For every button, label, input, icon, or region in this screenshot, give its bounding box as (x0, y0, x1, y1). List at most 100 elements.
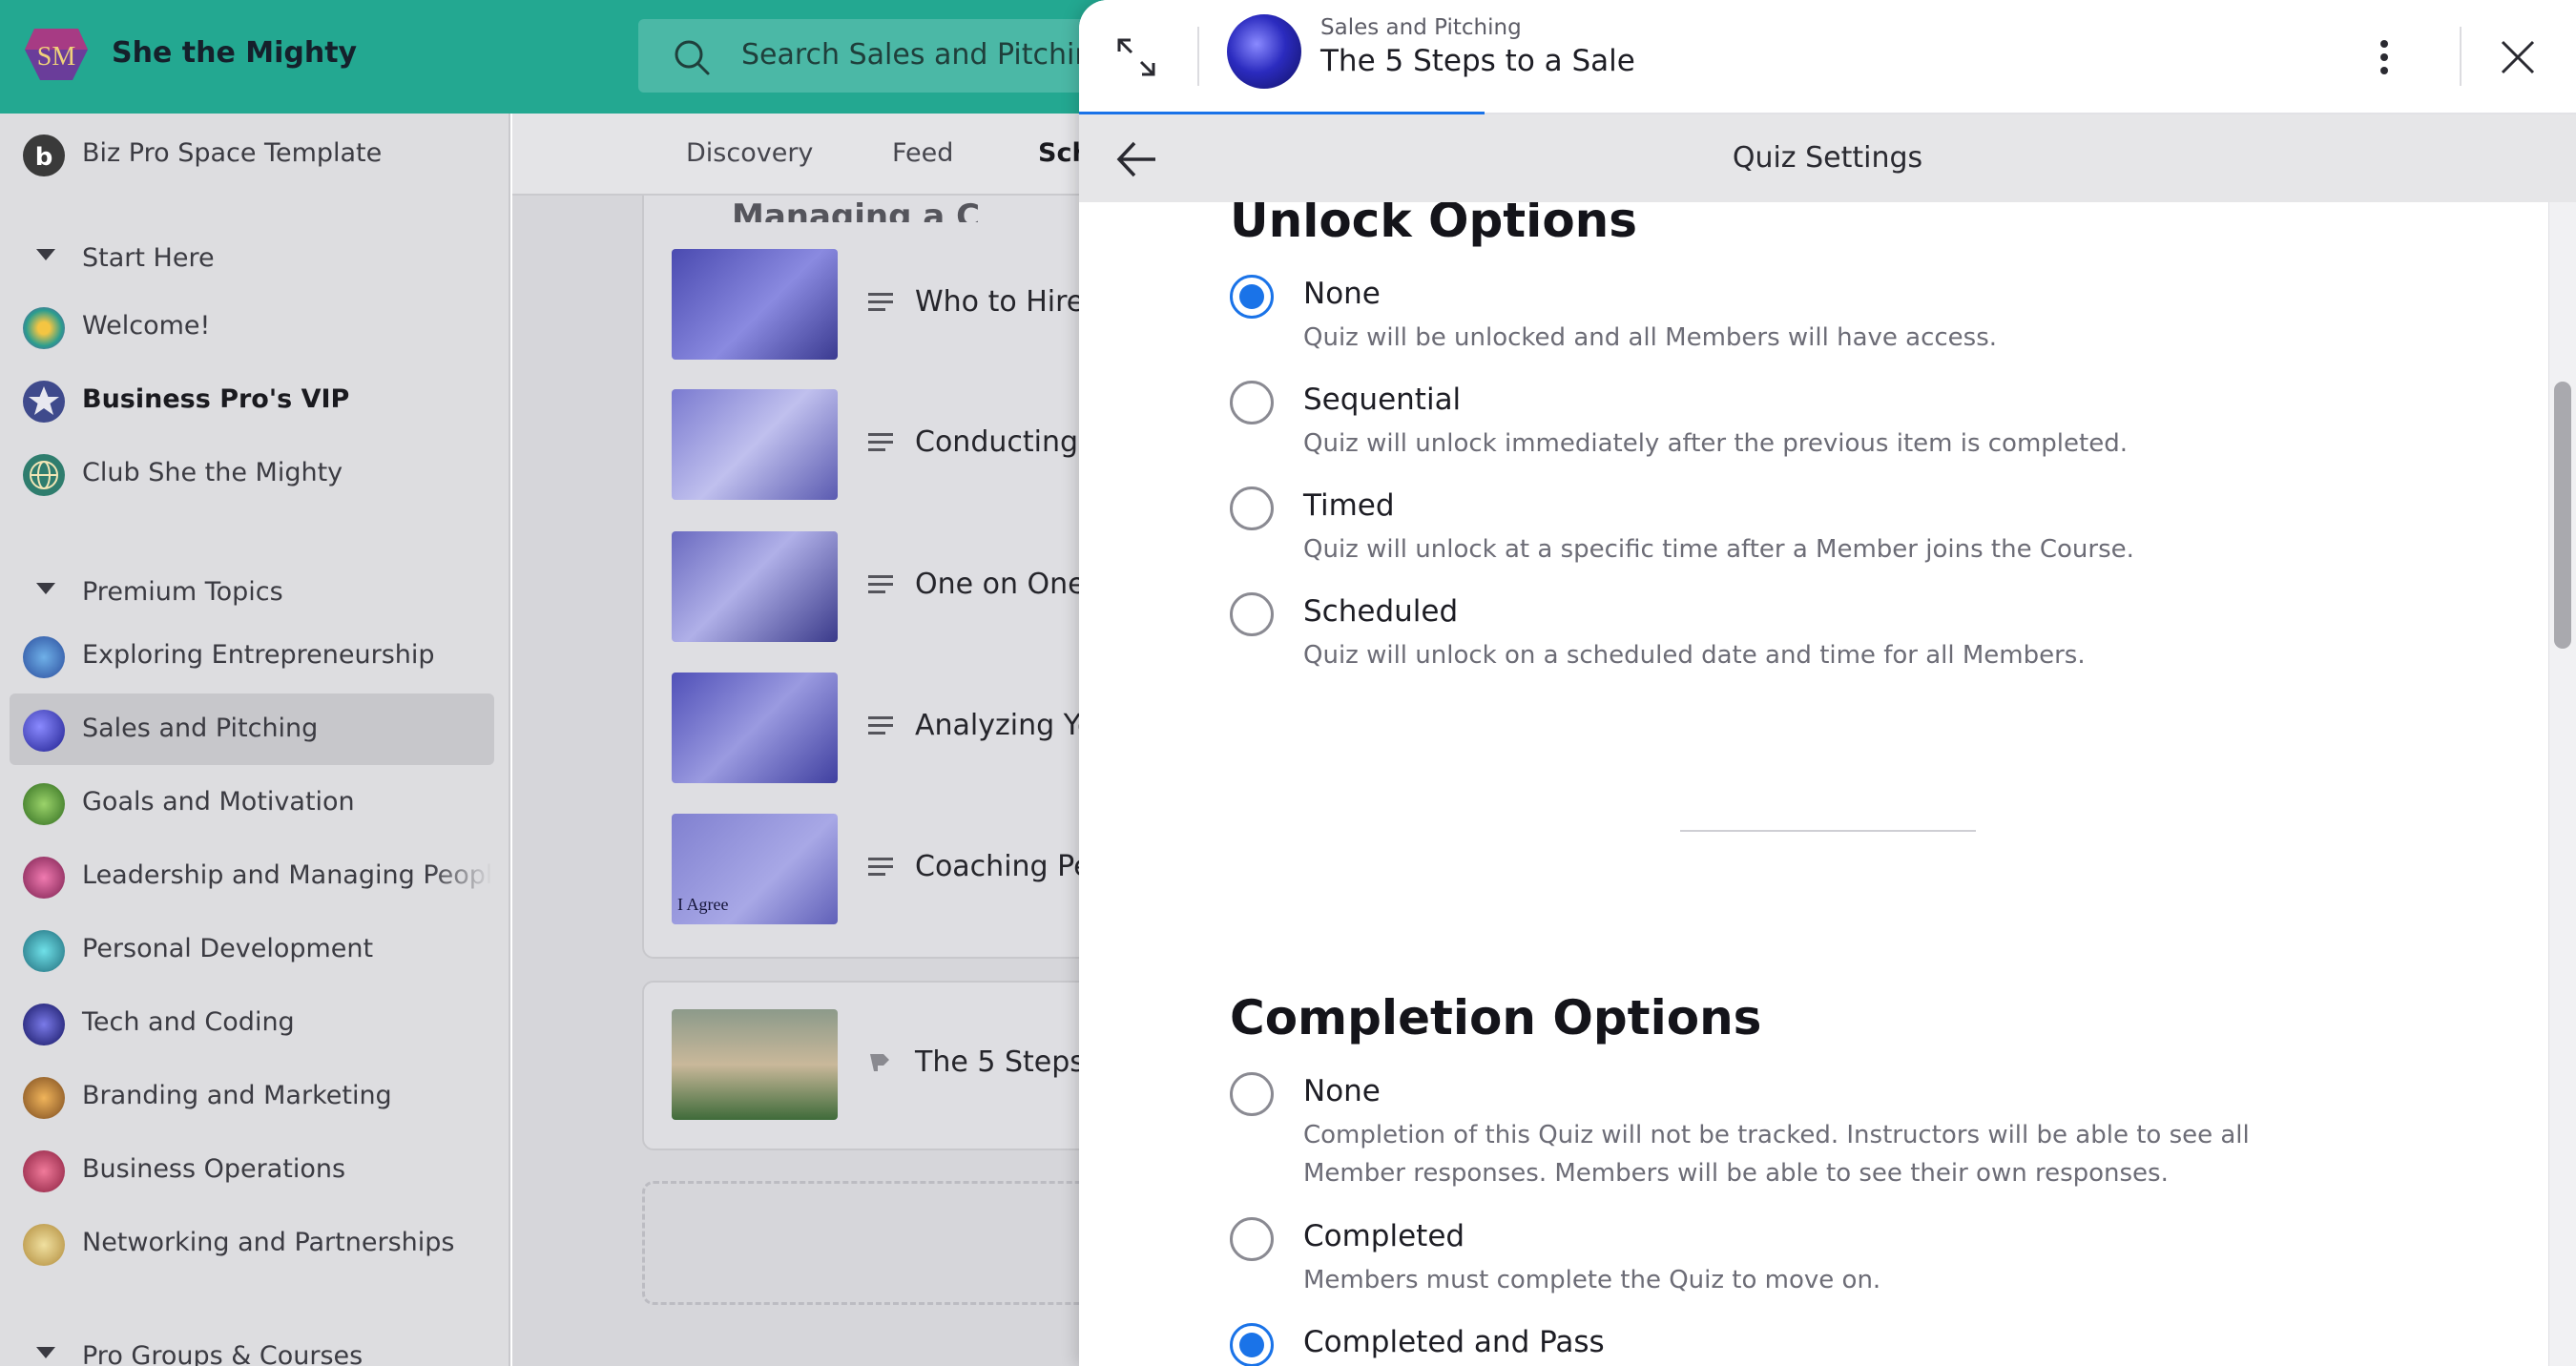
tech-and-coding-icon (23, 1004, 65, 1045)
lesson-item[interactable]: One on One (672, 531, 1091, 642)
radio-button[interactable] (1230, 1323, 1274, 1366)
sidebar-item-business-operations[interactable]: Business Operations (10, 1134, 494, 1206)
lesson-thumbnail: I Agree (672, 814, 838, 924)
radio-button[interactable] (1230, 1217, 1274, 1261)
welcome-icon (23, 307, 65, 349)
radio-button[interactable] (1230, 592, 1274, 636)
caret-down-icon (36, 583, 55, 594)
radio-button[interactable] (1230, 1072, 1274, 1116)
settings-content: Unlock Options None Quiz will be unlocke… (1079, 202, 2576, 1366)
unlock-option-scheduled[interactable]: Scheduled Quiz will unlock on a schedule… (1230, 592, 2327, 678)
lesson-thumbnail (672, 673, 838, 783)
lesson-thumbnail (672, 249, 838, 360)
lesson-title: One on One (915, 568, 1086, 601)
sidebar-item-goals-and-motivation[interactable]: Goals and Motivation (10, 767, 494, 838)
sidebar-item-business-pros-vip[interactable]: Business Pro's VIP (10, 364, 494, 436)
sidebar-item-sales-and-pitching[interactable]: Sales and Pitching (10, 693, 494, 765)
lesson-thumbnail (672, 531, 838, 642)
lesson-item[interactable]: Conducting (672, 389, 1091, 500)
panel-title: The 5 Steps to a Sale (1320, 44, 1635, 78)
expand-icon[interactable] (1113, 34, 1159, 80)
completion-option-completed[interactable]: Completed Members must complete the Quiz… (1230, 1217, 2327, 1303)
sidebar-item-welcome[interactable]: Welcome! (10, 291, 494, 362)
sidebar-item-networking-and-partnerships[interactable]: Networking and Partnerships (10, 1208, 494, 1279)
section-title: Managing a C (732, 197, 981, 222)
panel-subtitle: Sales and Pitching (1320, 15, 1522, 40)
app-logo[interactable]: SM (23, 25, 90, 84)
course-avatar (1227, 14, 1301, 89)
svg-text:b: b (35, 143, 53, 172)
sidebar-item-exploring-entrepreneurship[interactable]: Exploring Entrepreneurship (10, 620, 494, 692)
quiz-icon (870, 1054, 889, 1071)
lesson-title: The 5 Steps (915, 1045, 1085, 1079)
networking-and-partnerships-icon (23, 1224, 65, 1266)
lesson-thumbnail (672, 389, 838, 500)
more-options-icon[interactable] (2367, 36, 2401, 78)
text-lesson-icon (868, 858, 893, 876)
settings-subbar: Quiz Settings (1079, 114, 2576, 202)
header-divider (2460, 27, 2462, 86)
space-b-icon: b (23, 135, 65, 176)
caret-down-icon (36, 249, 55, 260)
sidebar-item-leadership-and-managing-people[interactable]: Leadership and Managing People (10, 840, 494, 912)
lesson-item[interactable]: The 5 Steps (672, 1009, 1091, 1120)
completion-options-title: Completion Options (1230, 990, 1762, 1045)
caret-down-icon (36, 1347, 55, 1358)
globe-icon (23, 454, 65, 496)
radio-button[interactable] (1230, 486, 1274, 530)
text-lesson-icon (868, 575, 893, 593)
text-lesson-icon (868, 293, 893, 311)
radio-button[interactable] (1230, 275, 1274, 319)
vertical-scrollbar[interactable] (2548, 202, 2576, 1366)
unlock-option-sequential[interactable]: Sequential Quiz will unlock immediately … (1230, 381, 2327, 466)
exploring-entrepreneurship-icon (23, 636, 65, 678)
thumbnail-caption: I Agree (677, 895, 729, 914)
sidebar-item-personal-development[interactable]: Personal Development (10, 914, 494, 985)
radio-button[interactable] (1230, 381, 1274, 424)
tab-discovery[interactable]: Discovery (686, 138, 813, 168)
unlock-options-title: Unlock Options (1230, 202, 1638, 248)
sidebar-section-start-here[interactable]: Start Here (0, 228, 496, 285)
sidebar: b Biz Pro Space Template Start Here Welc… (0, 114, 510, 1366)
search-input[interactable]: Search Sales and Pitching (638, 19, 1134, 93)
add-section-placeholder[interactable] (642, 1181, 1091, 1305)
quiz-settings-panel: Sales and Pitching The 5 Steps to a Sale… (1079, 0, 2576, 1366)
tab-feed[interactable]: Feed (892, 138, 953, 168)
sidebar-item-branding-and-marketing[interactable]: Branding and Marketing (10, 1061, 494, 1132)
close-icon[interactable] (2497, 36, 2539, 78)
leadership-icon (23, 857, 65, 899)
lesson-thumbnail (672, 1009, 838, 1120)
search-placeholder: Search Sales and Pitching (741, 38, 1111, 72)
subbar-title: Quiz Settings (1732, 141, 1923, 175)
lesson-title: Who to Hire (915, 285, 1085, 319)
sidebar-section-pro-groups-courses[interactable]: Pro Groups & Courses (0, 1326, 496, 1366)
panel-header: Sales and Pitching The 5 Steps to a Sale (1079, 0, 2576, 115)
lesson-item[interactable]: Who to Hire (672, 249, 1091, 360)
text-lesson-icon (868, 716, 893, 735)
search-icon (675, 40, 710, 75)
lesson-item[interactable]: I Agree Coaching Pe (672, 814, 1091, 924)
sidebar-item-club-she-the-mighty[interactable]: Club She the Mighty (10, 438, 494, 509)
personal-development-icon (23, 930, 65, 972)
lesson-item[interactable]: Analyzing Yo (672, 673, 1095, 783)
branding-and-marketing-icon (23, 1077, 65, 1119)
unlock-option-timed[interactable]: Timed Quiz will unlock at a specific tim… (1230, 486, 2327, 572)
sidebar-item-tech-and-coding[interactable]: Tech and Coding (10, 987, 494, 1059)
completion-option-none[interactable]: None Completion of this Quiz will not be… (1230, 1072, 2327, 1196)
sidebar-section-premium-topics[interactable]: Premium Topics (0, 562, 496, 619)
section-divider (1680, 830, 1976, 832)
header-divider (1197, 27, 1199, 86)
business-operations-icon (23, 1150, 65, 1192)
sidebar-item-biz-pro-space-template[interactable]: b Biz Pro Space Template (10, 118, 494, 190)
sales-and-pitching-icon (23, 710, 65, 752)
app-name: She the Mighty (112, 36, 358, 70)
lesson-title: Analyzing Yo (915, 709, 1095, 742)
scrollbar-thumb[interactable] (2554, 382, 2571, 649)
lesson-title: Coaching Pe (915, 850, 1091, 883)
goals-and-motivation-icon (23, 783, 65, 825)
unlock-option-none[interactable]: None Quiz will be unlocked and all Membe… (1230, 275, 2327, 361)
completion-option-completed-and-pass[interactable]: Completed and Pass (1230, 1323, 2327, 1366)
star-icon (23, 381, 65, 423)
text-lesson-icon (868, 433, 893, 451)
svg-text:SM: SM (37, 42, 76, 72)
